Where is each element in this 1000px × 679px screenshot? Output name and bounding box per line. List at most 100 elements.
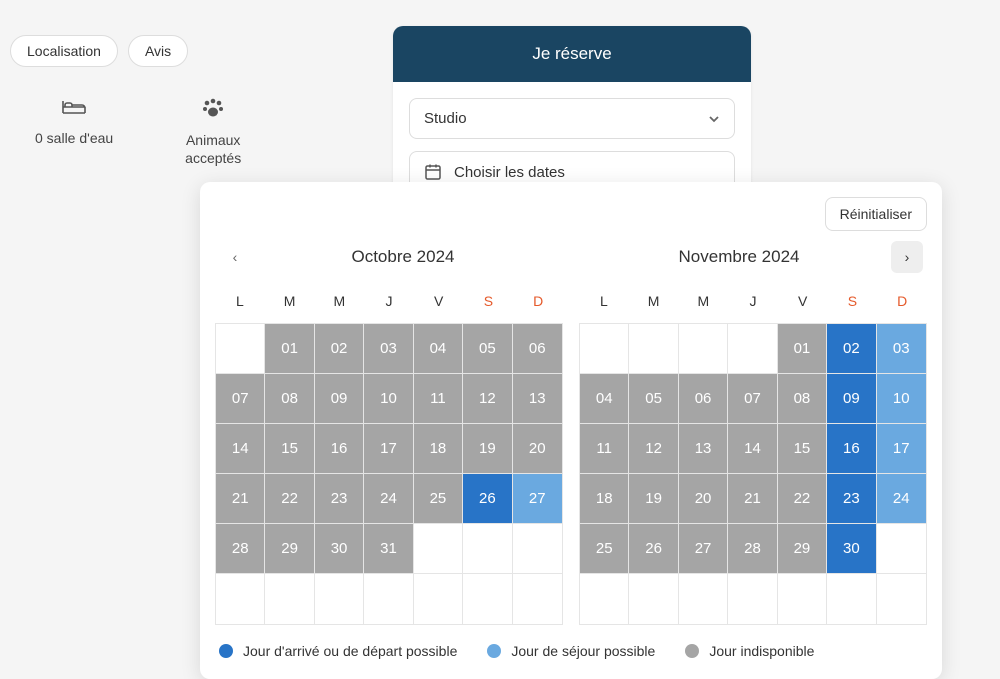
day-cell: 06 xyxy=(679,374,728,424)
legend-unavailable: Jour indisponible xyxy=(685,643,814,659)
day-cell: 14 xyxy=(216,424,265,474)
day-cell: 15 xyxy=(778,424,827,474)
day-cell[interactable]: 27 xyxy=(513,474,562,524)
dow-label: L xyxy=(215,285,265,317)
day-empty xyxy=(364,574,413,624)
day-cell: 17 xyxy=(364,424,413,474)
dow-label: S xyxy=(828,285,878,317)
tab-localisation[interactable]: Localisation xyxy=(10,35,118,67)
day-cell: 06 xyxy=(513,324,562,374)
day-cell: 29 xyxy=(778,524,827,574)
dow-label: V xyxy=(778,285,828,317)
day-empty xyxy=(414,574,463,624)
day-cell: 05 xyxy=(629,374,678,424)
day-cell: 04 xyxy=(414,324,463,374)
day-cell: 13 xyxy=(679,424,728,474)
day-empty xyxy=(580,324,629,374)
day-cell: 03 xyxy=(364,324,413,374)
day-cell: 19 xyxy=(629,474,678,524)
dow-label: M xyxy=(678,285,728,317)
day-cell: 10 xyxy=(364,374,413,424)
calendar-month-1: LMMJVSD010203040506070809101112131415161… xyxy=(579,285,927,625)
day-empty xyxy=(216,324,265,374)
prev-month-button[interactable]: ‹ xyxy=(219,241,251,273)
day-cell: 23 xyxy=(315,474,364,524)
dow-label: J xyxy=(364,285,414,317)
feature-bathroom-label: 0 salle d'eau xyxy=(35,129,113,147)
dow-label: M xyxy=(629,285,679,317)
day-empty xyxy=(216,574,265,624)
day-empty xyxy=(679,574,728,624)
dow-label: L xyxy=(579,285,629,317)
day-cell: 20 xyxy=(679,474,728,524)
day-cell: 07 xyxy=(728,374,777,424)
day-cell: 21 xyxy=(216,474,265,524)
day-cell: 02 xyxy=(315,324,364,374)
day-cell: 16 xyxy=(315,424,364,474)
legend-stay: Jour de séjour possible xyxy=(487,643,655,659)
day-empty xyxy=(629,324,678,374)
dow-label: M xyxy=(265,285,315,317)
day-cell[interactable]: 17 xyxy=(877,424,926,474)
day-empty xyxy=(629,574,678,624)
bed-icon xyxy=(61,97,87,123)
day-cell[interactable]: 23 xyxy=(827,474,876,524)
day-cell[interactable]: 03 xyxy=(877,324,926,374)
calendar-month-0: LMMJVSD010203040506070809101112131415161… xyxy=(215,285,563,625)
feature-bathroom: 0 salle d'eau xyxy=(35,97,113,167)
dow-label: S xyxy=(464,285,514,317)
day-cell[interactable]: 16 xyxy=(827,424,876,474)
day-empty xyxy=(513,574,562,624)
day-cell: 26 xyxy=(629,524,678,574)
feature-pets: Animaux acceptés xyxy=(163,97,263,167)
day-cell: 19 xyxy=(463,424,512,474)
day-cell: 01 xyxy=(265,324,314,374)
day-cell: 28 xyxy=(216,524,265,574)
tab-avis[interactable]: Avis xyxy=(128,35,188,67)
paw-icon xyxy=(201,97,225,125)
day-cell: 31 xyxy=(364,524,413,574)
day-cell: 24 xyxy=(364,474,413,524)
month-title-0: Octobre 2024 xyxy=(251,247,555,267)
unit-select-value: Studio xyxy=(424,110,467,127)
day-cell: 28 xyxy=(728,524,777,574)
day-cell: 13 xyxy=(513,374,562,424)
day-cell: 12 xyxy=(629,424,678,474)
legend-dot-unavailable xyxy=(685,644,699,658)
unit-select[interactable]: Studio xyxy=(409,98,735,139)
day-empty xyxy=(728,574,777,624)
day-cell[interactable]: 10 xyxy=(877,374,926,424)
day-empty xyxy=(877,524,926,574)
day-empty xyxy=(778,574,827,624)
day-cell: 20 xyxy=(513,424,562,474)
month-title-1: Novembre 2024 xyxy=(587,247,891,267)
calendar-popup: Réinitialiser ‹ Octobre 2024 Novembre 20… xyxy=(200,182,942,679)
day-cell: 04 xyxy=(580,374,629,424)
calendar-icon xyxy=(424,163,442,181)
feature-pets-label: Animaux acceptés xyxy=(163,131,263,167)
dow-label: D xyxy=(877,285,927,317)
day-cell[interactable]: 30 xyxy=(827,524,876,574)
day-cell: 05 xyxy=(463,324,512,374)
choose-dates-label: Choisir les dates xyxy=(454,164,565,181)
dow-label: V xyxy=(414,285,464,317)
day-cell: 01 xyxy=(778,324,827,374)
day-cell[interactable]: 09 xyxy=(827,374,876,424)
day-cell: 22 xyxy=(265,474,314,524)
day-cell: 21 xyxy=(728,474,777,524)
day-cell[interactable]: 24 xyxy=(877,474,926,524)
day-cell: 18 xyxy=(580,474,629,524)
day-cell: 07 xyxy=(216,374,265,424)
day-cell[interactable]: 26 xyxy=(463,474,512,524)
day-cell: 09 xyxy=(315,374,364,424)
day-empty xyxy=(580,574,629,624)
chevron-down-icon xyxy=(708,112,720,126)
legend-arrival: Jour d'arrivé ou de départ possible xyxy=(219,643,457,659)
day-cell: 29 xyxy=(265,524,314,574)
day-empty xyxy=(463,574,512,624)
day-cell[interactable]: 02 xyxy=(827,324,876,374)
reset-button[interactable]: Réinitialiser xyxy=(825,197,927,231)
next-month-button[interactable]: › xyxy=(891,241,923,273)
day-empty xyxy=(728,324,777,374)
day-cell: 22 xyxy=(778,474,827,524)
